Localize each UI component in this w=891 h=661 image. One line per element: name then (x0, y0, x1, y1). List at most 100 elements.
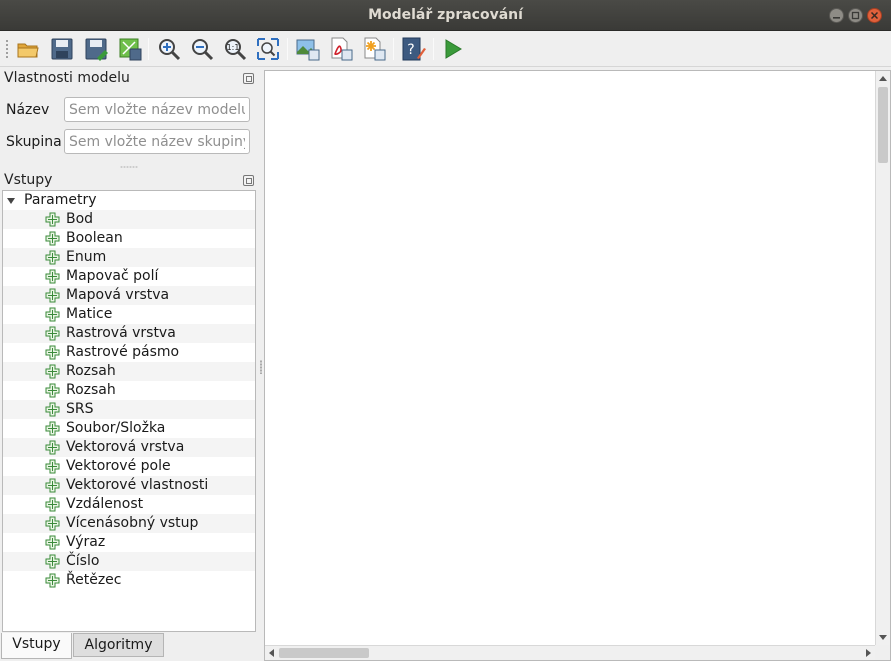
list-item[interactable]: Matice (3, 305, 255, 324)
list-item[interactable]: Řetězec (3, 571, 255, 590)
zoom-in-button[interactable] (156, 36, 182, 62)
list-item[interactable]: Mapovač polí (3, 267, 255, 286)
model-name-input[interactable] (64, 97, 250, 122)
list-item-label: Rozsah (66, 363, 116, 379)
parameter-list: Bod Boolean Enum Mapovač polí Mapová vrstva M… (3, 210, 255, 590)
list-item[interactable]: Vektorové vlastnosti (3, 476, 255, 495)
tree-root-parameters[interactable]: Parametry (3, 191, 255, 210)
list-item[interactable]: Rozsah (3, 362, 255, 381)
tab-algorithms[interactable]: Algoritmy (73, 633, 164, 657)
add-parameter-icon (45, 212, 60, 227)
edit-help-button[interactable]: ? (400, 36, 426, 62)
minimize-icon (833, 17, 840, 19)
toolbar: 1:1 ? (0, 31, 891, 67)
list-item-label: Soubor/Složka (66, 420, 166, 436)
minimize-button[interactable] (829, 8, 844, 23)
panel-splitter[interactable] (120, 166, 138, 168)
list-item[interactable]: Soubor/Složka (3, 419, 255, 438)
zoom-out-button[interactable] (189, 36, 215, 62)
save-icon (51, 38, 73, 60)
list-item-label: Enum (66, 249, 107, 265)
save-model-as-button[interactable] (83, 36, 109, 62)
add-parameter-icon (45, 478, 60, 493)
list-item[interactable]: Vzdálenost (3, 495, 255, 514)
open-folder-icon (17, 43, 39, 58)
list-item[interactable]: Vícenásobný vstup (3, 514, 255, 533)
list-item-label: Mapová vrstva (66, 287, 170, 303)
add-parameter-icon (45, 459, 60, 474)
list-item-label: Vícenásobný vstup (66, 515, 199, 531)
list-item[interactable]: Mapová vrstva (3, 286, 255, 305)
maximize-button[interactable] (848, 8, 863, 23)
list-item[interactable]: Bod (3, 210, 255, 229)
expand-arrow-icon[interactable] (7, 198, 15, 204)
add-parameter-icon (45, 231, 60, 246)
list-item[interactable]: Enum (3, 248, 255, 267)
undock-inputs-button[interactable] (243, 175, 254, 186)
svg-text:?: ? (407, 42, 414, 58)
save-to-project-button[interactable] (117, 36, 143, 62)
save-to-project-icon (119, 38, 142, 61)
export-pdf-icon (331, 37, 353, 61)
list-item[interactable]: Rozsah (3, 381, 255, 400)
list-item[interactable]: Číslo (3, 552, 255, 571)
horizontal-scrollbar[interactable] (265, 645, 875, 660)
vertical-scroll-thumb[interactable] (878, 87, 888, 163)
list-item[interactable]: SRS (3, 400, 255, 419)
window-title: Modelář zpracování (368, 7, 523, 23)
list-item-label: Vektorové vlastnosti (66, 477, 209, 493)
list-item[interactable]: Boolean (3, 229, 255, 248)
add-parameter-icon (45, 573, 60, 588)
save-model-button[interactable] (49, 36, 75, 62)
run-model-button[interactable] (440, 36, 466, 62)
list-item[interactable]: Vektorová vrstva (3, 438, 255, 457)
list-item[interactable]: Výraz (3, 533, 255, 552)
scroll-down-icon[interactable] (879, 635, 887, 640)
model-group-input[interactable] (64, 129, 250, 154)
export-image-button[interactable] (295, 36, 321, 62)
undock-properties-button[interactable] (243, 73, 254, 84)
scroll-right-icon[interactable] (866, 649, 871, 657)
export-pdf-button[interactable] (328, 36, 354, 62)
model-canvas[interactable] (264, 70, 891, 661)
scroll-up-icon[interactable] (879, 76, 887, 81)
close-icon (870, 11, 879, 20)
save-as-icon (85, 38, 108, 61)
list-item-label: Vektorová vrstva (66, 439, 185, 455)
close-button[interactable] (867, 8, 882, 23)
maximize-icon (851, 11, 860, 20)
scroll-left-icon[interactable] (269, 649, 274, 657)
add-parameter-icon (45, 307, 60, 322)
vertical-scrollbar[interactable] (875, 71, 890, 645)
group-label: Skupina (6, 134, 62, 150)
add-parameter-icon (45, 383, 60, 398)
zoom-actual-button[interactable]: 1:1 (222, 36, 248, 62)
add-parameter-icon (45, 364, 60, 379)
list-item[interactable]: Rastrové pásmo (3, 343, 255, 362)
open-model-button[interactable] (15, 36, 41, 62)
zoom-full-button[interactable] (255, 36, 281, 62)
add-parameter-icon (45, 269, 60, 284)
zoom-out-icon (192, 39, 214, 61)
add-parameter-icon (45, 516, 60, 531)
add-parameter-icon (45, 402, 60, 417)
list-item-label: Vzdálenost (66, 496, 144, 512)
horizontal-scroll-thumb[interactable] (279, 648, 369, 658)
list-item[interactable]: Rastrová vrstva (3, 324, 255, 343)
add-parameter-icon (45, 345, 60, 360)
add-parameter-icon (45, 326, 60, 341)
inputs-tree[interactable]: Parametry Bod Boolean Enum Mapovač polí Mapo… (2, 190, 256, 632)
toolbar-grip[interactable] (5, 39, 9, 59)
tab-inputs[interactable]: Vstupy (1, 633, 72, 659)
list-item-label: Mapovač polí (66, 268, 159, 284)
list-item-label: Řetězec (66, 572, 122, 588)
add-parameter-icon (45, 250, 60, 265)
export-svg-button[interactable] (361, 36, 387, 62)
list-item[interactable]: Vektorové pole (3, 457, 255, 476)
add-parameter-icon (45, 288, 60, 303)
zoom-actual-icon: 1:1 (225, 39, 247, 61)
add-parameter-icon (45, 440, 60, 455)
zoom-full-icon (257, 38, 279, 60)
model-properties-title: Vlastnosti modelu (4, 70, 130, 86)
list-item-label: Výraz (66, 534, 106, 550)
